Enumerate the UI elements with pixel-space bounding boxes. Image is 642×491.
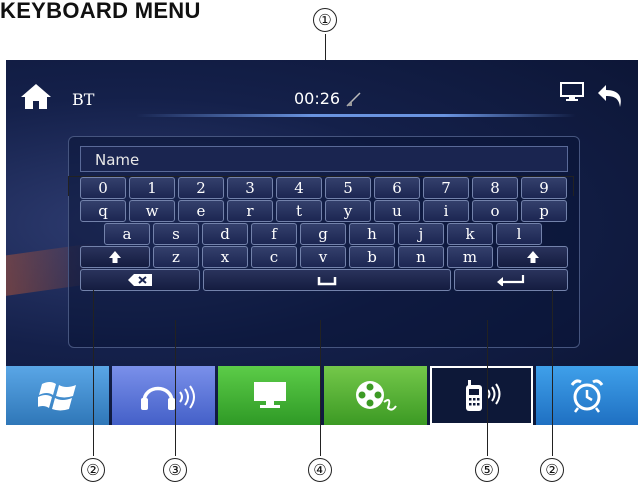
shift-icon [526,251,539,263]
key-6[interactable]: 6 [374,177,420,199]
callout-1: ① [313,8,337,32]
signal-icon [346,92,361,107]
key-a[interactable]: a [104,223,150,245]
key-e[interactable]: e [178,200,224,222]
name-input[interactable]: Name [80,146,568,172]
callout-leader [68,176,574,178]
callout-leader [93,290,95,456]
enter-icon [497,275,525,287]
key-5[interactable]: 5 [325,177,371,199]
clock-time: 00:26 [294,89,341,108]
monitor-icon[interactable] [560,82,584,102]
status-bar: BT 00:26 [6,60,638,120]
taskbar-video-button[interactable] [324,366,427,425]
key-4[interactable]: 4 [276,177,322,199]
key-0[interactable]: 0 [80,177,126,199]
key-d[interactable]: d [202,223,248,245]
bluetooth-label: BT [72,90,95,109]
key-n[interactable]: n [398,246,444,268]
key-q[interactable]: q [80,200,126,222]
taskbar-phone-button[interactable] [430,366,533,425]
taskbar-display-button[interactable] [218,366,321,425]
key-c[interactable]: c [251,246,297,268]
key-8[interactable]: 8 [472,177,518,199]
back-icon[interactable] [596,82,626,108]
taskbar [6,366,638,425]
shift-right-key[interactable] [497,246,568,268]
key-o[interactable]: o [472,200,518,222]
key-i[interactable]: i [423,200,469,222]
backspace-icon [128,274,152,286]
film-reel-icon [356,381,397,411]
key-t[interactable]: t [276,200,322,222]
enter-key[interactable] [454,269,568,291]
shift-left-key[interactable] [80,246,150,268]
callout-leader [573,176,575,196]
key-x[interactable]: x [202,246,248,268]
key-v[interactable]: v [300,246,346,268]
space-key[interactable] [203,269,451,291]
shift-icon [109,251,121,263]
key-f[interactable]: f [251,223,297,245]
key-y[interactable]: y [325,200,371,222]
callout-2-right: ② [540,458,564,482]
key-h[interactable]: h [349,223,395,245]
callout-leader [552,290,554,456]
key-2[interactable]: 2 [178,177,224,199]
phone-icon [466,380,501,411]
alarm-clock-icon [570,379,604,413]
screen: BT 00:26 Name 0123456789 qwertyuiop asdfgh… [6,60,638,425]
monitor-icon [254,382,286,408]
callout-3: ③ [163,458,187,482]
key-m[interactable]: m [447,246,493,268]
key-9[interactable]: 9 [521,177,567,199]
key-b[interactable]: b [349,246,395,268]
backspace-key[interactable] [80,269,200,291]
page-heading: KEYBOARD MENU [0,0,201,23]
key-7[interactable]: 7 [423,177,469,199]
windows-icon [38,382,76,411]
status-underline [136,114,576,117]
space-icon [317,277,337,286]
callout-leader [487,320,489,456]
callout-5: ⑤ [475,458,499,482]
key-r[interactable]: r [227,200,273,222]
key-z[interactable]: z [153,246,199,268]
callout-2-left: ② [81,458,105,482]
headphones-icon [141,385,195,410]
key-p[interactable]: p [521,200,567,222]
key-k[interactable]: k [447,223,493,245]
key-w[interactable]: w [129,200,175,222]
key-s[interactable]: s [153,223,199,245]
callout-leader [320,320,322,456]
key-1[interactable]: 1 [129,177,175,199]
key-l[interactable]: l [496,223,542,245]
callout-4: ④ [308,458,332,482]
taskbar-music-button[interactable] [112,366,215,425]
key-g[interactable]: g [300,223,346,245]
callout-leader [68,176,70,196]
home-icon[interactable] [20,82,52,110]
callout-leader [175,320,177,456]
key-3[interactable]: 3 [227,177,273,199]
key-j[interactable]: j [398,223,444,245]
key-u[interactable]: u [374,200,420,222]
